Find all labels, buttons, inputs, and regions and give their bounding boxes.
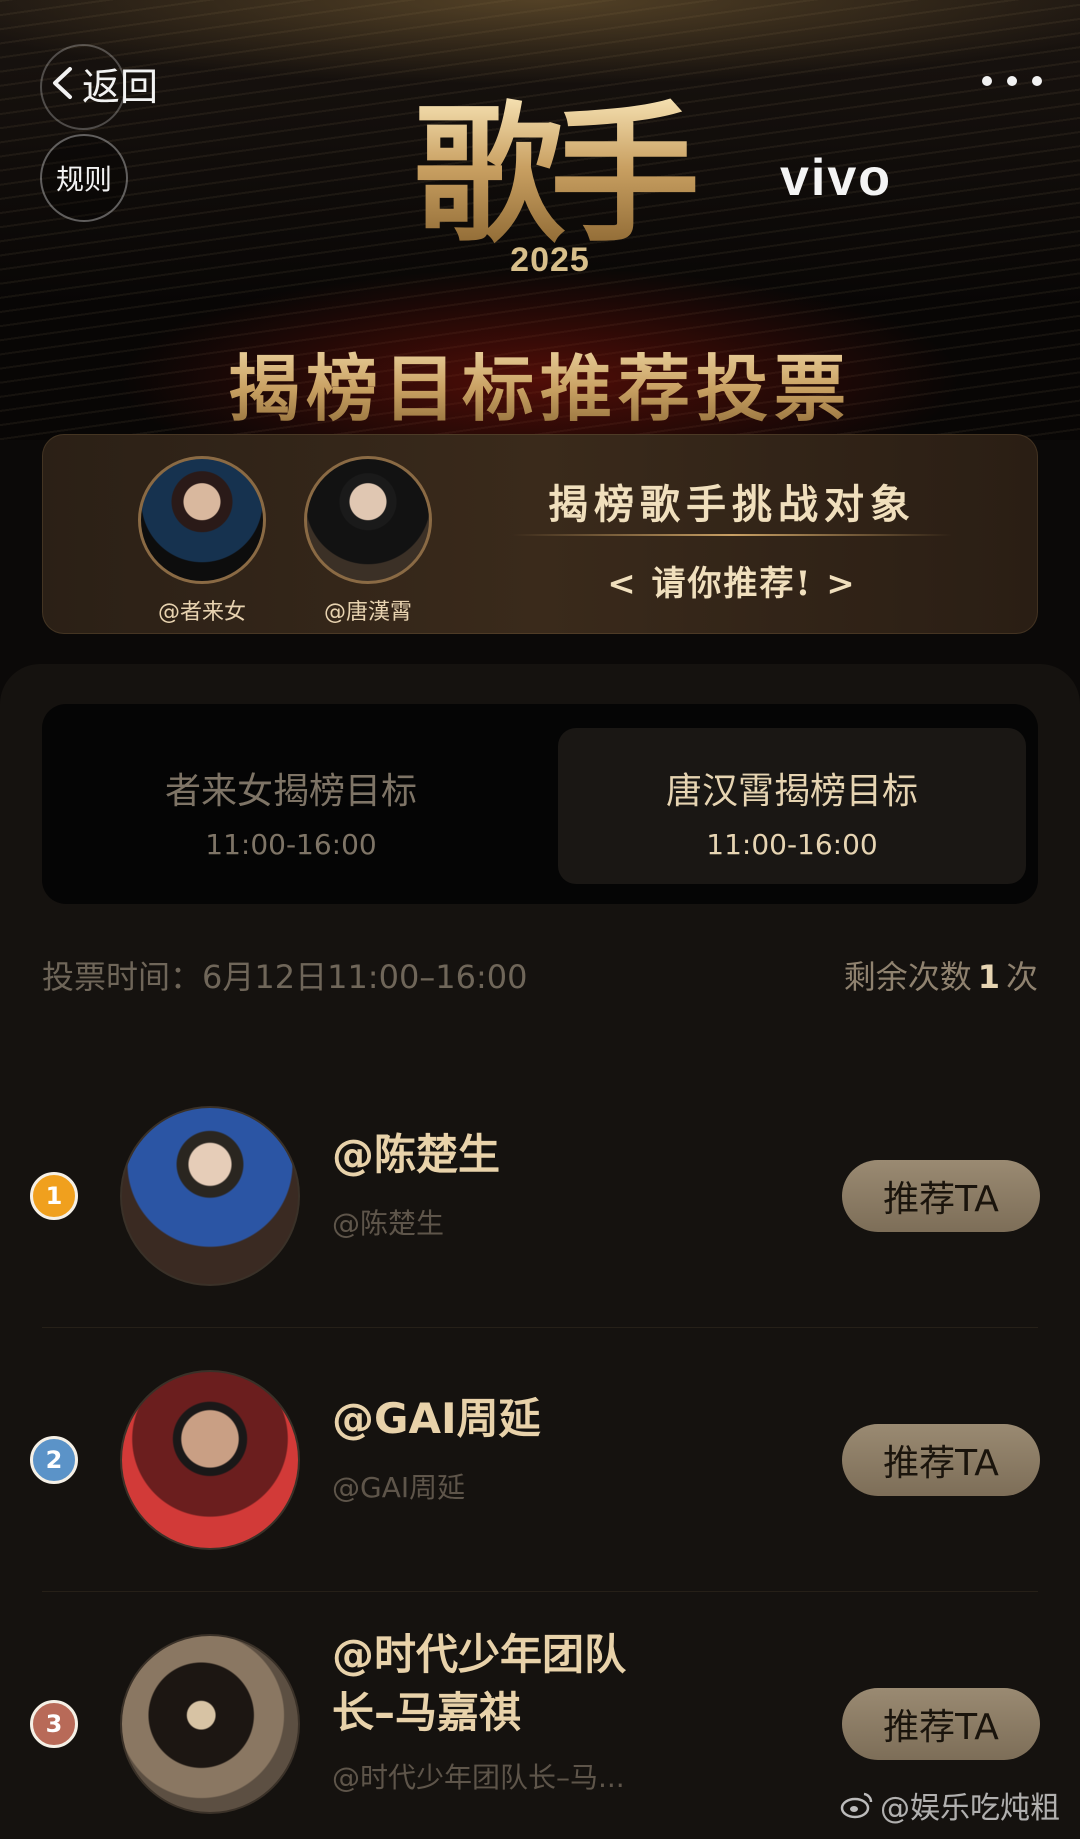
remaining-count: 1	[977, 958, 1000, 996]
sponsor-logo: vivo	[780, 149, 893, 207]
logo-title: 歌手	[400, 95, 700, 255]
remaining-votes: 剩余次数 1 次	[844, 952, 1038, 998]
avatar	[120, 1634, 300, 1814]
page-headline: 揭榜目标推荐投票	[0, 330, 1080, 435]
header-banner: 返回 规则 歌手 2025 vivo 揭榜目标推荐投票	[0, 0, 1080, 440]
tab-title: 唐汉霄揭榜目标	[665, 771, 918, 812]
remaining-unit: 次	[1005, 958, 1038, 996]
singer-avatar-zhelainv	[138, 456, 266, 584]
candidate-name-line: 长–马嘉祺	[332, 1688, 522, 1737]
watermark: @娱乐吃炖粗	[840, 1783, 1060, 1827]
vote-meta: 投票时间：6月12日11:00–16:00 剩余次数 1 次	[42, 952, 1038, 1002]
candidate-handle: @GAI周延	[332, 1471, 466, 1504]
candidate-name: @GAI周延	[332, 1394, 541, 1443]
singer-tag: @者来女	[157, 600, 246, 625]
candidate-row: 2 @GAI周延 @GAI周延 推荐TA	[0, 1328, 1080, 1592]
candidate-name: @陈楚生	[332, 1130, 501, 1179]
rules-button[interactable]: 规则	[40, 134, 128, 222]
target-tabs: 者来女揭榜目标 11:00-16:00 唐汉霄揭榜目标 11:00-16:00	[42, 704, 1038, 904]
rank-badge: 1	[30, 1172, 78, 1220]
candidate-name-line: @时代少年团队	[332, 1630, 627, 1679]
candidate-handle: @时代少年团队长–马...	[332, 1761, 625, 1794]
watermark-text: @娱乐吃炖粗	[880, 1791, 1060, 1826]
singer-tag: @唐漢霄	[323, 600, 412, 625]
recommend-button[interactable]: 推荐TA	[842, 1424, 1040, 1496]
recommend-button[interactable]: 推荐TA	[842, 1688, 1040, 1760]
tab-time: 11:00-16:00	[205, 828, 377, 861]
divider	[512, 534, 952, 536]
back-label: 返回	[82, 64, 159, 109]
tab-time: 11:00-16:00	[706, 828, 878, 861]
challenge-card: @者来女 @唐漢霄 揭榜歌手挑战对象 < 请你推荐! >	[42, 434, 1038, 634]
more-options-icon[interactable]	[982, 66, 1042, 96]
tab-title: 者来女揭榜目标	[164, 771, 417, 812]
vote-time: 投票时间：6月12日11:00–16:00	[42, 958, 528, 996]
avatar	[120, 1370, 300, 1550]
chevron-left-icon	[46, 66, 80, 100]
singer-avatar-tanghanxiao	[304, 456, 432, 584]
back-button[interactable]: 返回	[40, 44, 159, 130]
tab-tanghanxiao-target[interactable]: 唐汉霄揭榜目标 11:00-16:00	[558, 728, 1026, 884]
candidate-name: @时代少年团队 长–马嘉祺	[332, 1626, 692, 1742]
candidate-handle: @陈楚生	[332, 1207, 445, 1240]
challenge-title: 揭榜歌手挑战对象	[548, 481, 916, 528]
recommend-button[interactable]: 推荐TA	[842, 1160, 1040, 1232]
avatar	[120, 1106, 300, 1286]
weibo-icon	[840, 1791, 874, 1819]
show-logo: 歌手 2025	[400, 95, 700, 315]
vote-panel: 者来女揭榜目标 11:00-16:00 唐汉霄揭榜目标 11:00-16:00 …	[0, 664, 1080, 1839]
tab-zhelainv-target[interactable]: 者来女揭榜目标 11:00-16:00	[42, 704, 540, 904]
challenge-subtitle: < 请你推荐! >	[607, 564, 857, 604]
rank-badge: 3	[30, 1700, 78, 1748]
candidate-row: 1 @陈楚生 @陈楚生 推荐TA	[0, 1064, 1080, 1328]
remaining-label: 剩余次数	[843, 958, 972, 996]
rank-badge: 2	[30, 1436, 78, 1484]
